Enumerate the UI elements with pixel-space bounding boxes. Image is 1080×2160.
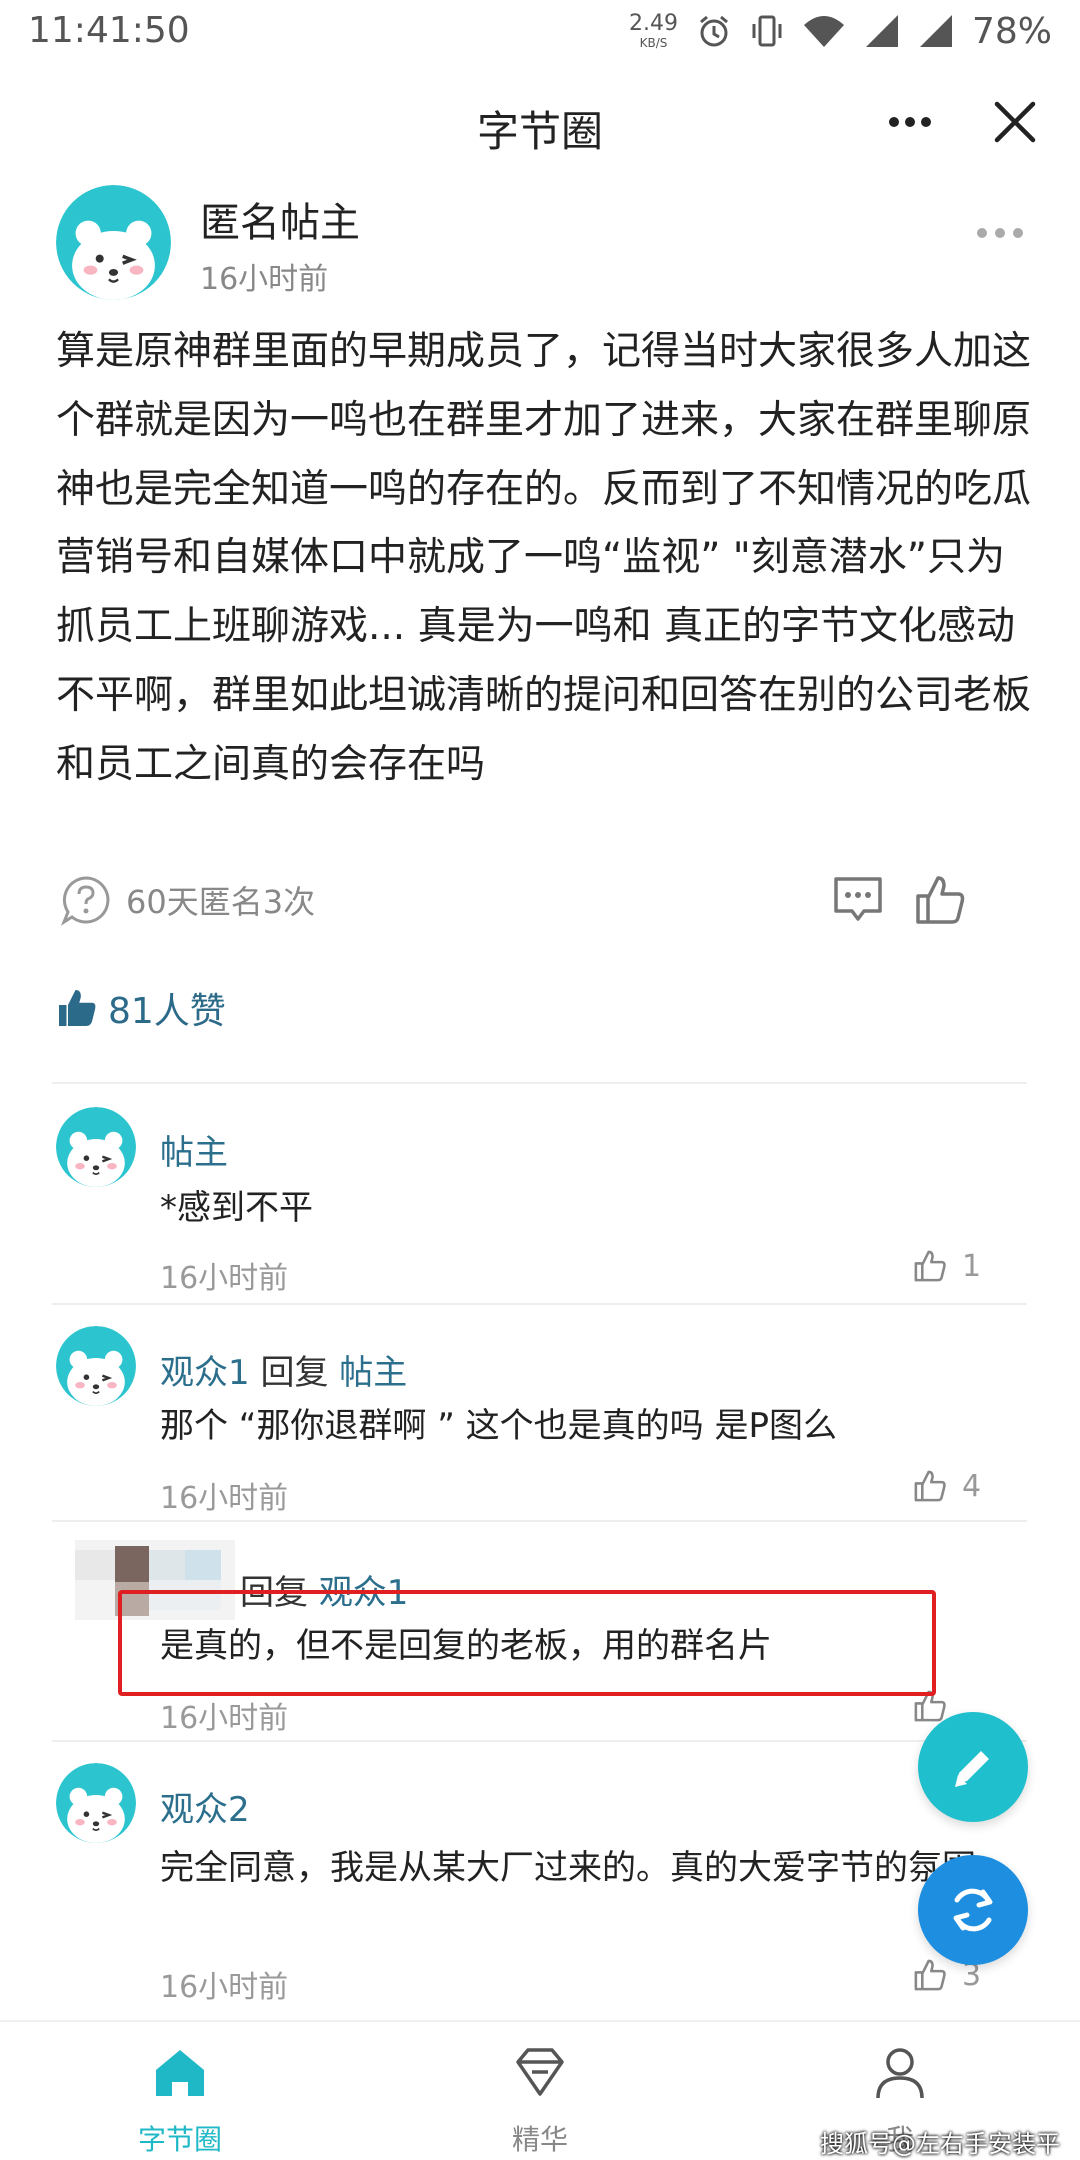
nav-item-label: 字节圈 (137, 2123, 222, 2156)
reply-target-name[interactable]: 帖主 (339, 1353, 407, 1393)
comment-icon (834, 877, 882, 921)
thumbs-up-icon (916, 876, 965, 924)
likes-count-text: 81人赞 (108, 991, 226, 1032)
source-watermark: 搜狐号@左右手安装平台 (820, 2130, 1060, 2158)
thumbs-up-icon (914, 1959, 946, 1991)
comment-like-count: 1 (962, 1248, 982, 1284)
divider (52, 1082, 1027, 1084)
comment-time: 16小时前 (160, 1261, 289, 1296)
signal-icon (865, 15, 898, 47)
divider (52, 1520, 1027, 1522)
divider (52, 1303, 1027, 1305)
comment-author-name[interactable]: 帖主 (160, 1133, 228, 1173)
post-like-button[interactable] (912, 872, 968, 928)
comment-like-button[interactable]: 4 (912, 1468, 981, 1504)
write-post-button[interactable] (918, 1712, 1028, 1822)
divider (52, 1740, 1027, 1742)
comment-avatar[interactable] (56, 1326, 136, 1406)
comment-author-name[interactable]: 观众2 (160, 1790, 250, 1830)
comment-author-name[interactable]: 观众1 (160, 1353, 250, 1393)
comment-button[interactable] (830, 873, 886, 927)
diamond-icon (516, 2048, 564, 2096)
comment-author[interactable]: 帖主 (160, 1125, 228, 1174)
comment-text: 那个 “那你退群啊 ” 这个也是真的吗 是P图么 (160, 1406, 837, 1446)
thumbs-up-icon (914, 1470, 946, 1502)
likes-summary[interactable]: 81人赞 (56, 978, 226, 1038)
vibrate-icon (752, 15, 782, 47)
question-icon (60, 876, 110, 926)
comment-time: 16小时前 (160, 1481, 289, 1516)
close-button[interactable] (985, 92, 1045, 152)
status-icons: 2.49 KB/S 78% (629, 8, 1052, 54)
nav-item-label: 精华 (511, 2123, 568, 2156)
more-button[interactable] (880, 92, 940, 152)
thumbs-up-icon (914, 1250, 946, 1282)
comment-avatar[interactable] (56, 1763, 136, 1843)
network-speed-value: 2.49 (629, 11, 678, 36)
highlight-annotation-box (118, 1590, 936, 1696)
person-icon (876, 2048, 924, 2099)
status-time: 11:41:50 (28, 10, 190, 51)
home-icon (156, 2050, 204, 2096)
comment-author[interactable]: 观众1 回复 帖主 (160, 1345, 407, 1394)
title-bar: 字节圈 (0, 70, 1080, 174)
comment-time: 16小时前 (160, 1970, 289, 2005)
comment-time: 16小时前 (160, 1701, 289, 1736)
network-speed: 2.49 KB/S (629, 11, 678, 50)
network-speed-unit: KB/S (639, 36, 668, 50)
post-author-avatar[interactable] (56, 185, 171, 300)
pencil-icon (955, 1751, 989, 1787)
signal-icon (919, 15, 952, 47)
post-body: 算是原神群里面的早期成员了，记得当时大家很多人加这个群就是因为一鸣也在群里才加了… (56, 329, 1032, 787)
comment-like-count: 4 (962, 1468, 982, 1504)
status-bar: 11:41:50 2.49 KB/S 78% (0, 0, 1080, 62)
battery-percent: 78% (971, 10, 1052, 52)
comment-text: *感到不平 (160, 1188, 313, 1228)
anonymous-quota: 60天匿名3次 (60, 868, 315, 932)
wifi-icon (803, 16, 844, 47)
nav-item-home[interactable]: 字节圈 (80, 2022, 280, 2160)
more-horizontal-icon (889, 117, 931, 127)
post-author-name[interactable]: 匿名帖主 (200, 190, 360, 248)
comment-text: 完全同意，我是从某大厂过来的。真的大爱字节的氛围 (160, 1848, 976, 1888)
more-horizontal-icon (977, 228, 1023, 238)
post-time: 16小时前 (200, 262, 329, 297)
nav-item-featured[interactable]: 精华 (440, 2022, 640, 2160)
refresh-icon (953, 1888, 993, 1932)
comment-avatar[interactable] (56, 1107, 136, 1187)
comment-author[interactable]: 观众2 (160, 1782, 250, 1831)
post-menu-button[interactable] (975, 225, 1045, 255)
anonymous-quota-text: 60天匿名3次 (126, 883, 316, 921)
comment-like-button[interactable]: 1 (912, 1248, 981, 1284)
close-icon (994, 101, 1036, 143)
refresh-button[interactable] (918, 1855, 1028, 1965)
alarm-icon (700, 15, 728, 47)
reply-word: 回复 (260, 1353, 329, 1393)
thumbs-up-filled-icon (59, 990, 96, 1026)
